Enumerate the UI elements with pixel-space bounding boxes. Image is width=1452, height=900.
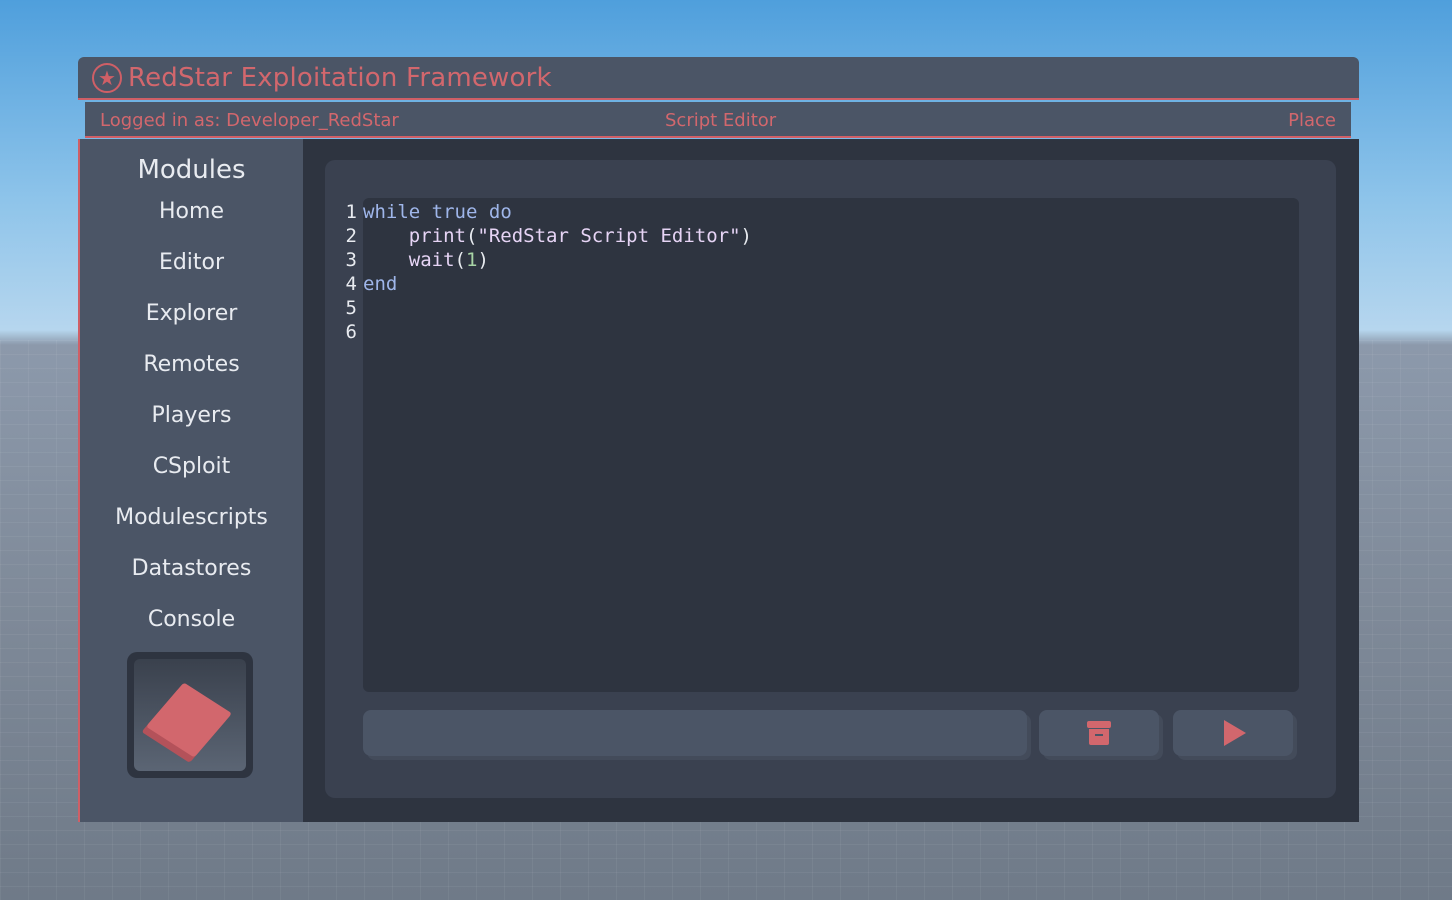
string-literal: "RedStar Script Editor" [477, 225, 741, 247]
keyword: while [363, 201, 421, 223]
code-line: print("RedStar Script Editor") [363, 224, 752, 248]
sidebar-item-remotes[interactable]: Remotes [80, 350, 303, 401]
code-text[interactable]: while true do print("RedStar Script Edit… [363, 200, 752, 344]
line-number: 4 [345, 273, 357, 295]
line-number: 6 [345, 321, 357, 343]
thumbnail-backdrop [134, 659, 246, 771]
modules-nav: Home Editor Explorer Remotes Players CSp… [80, 197, 303, 656]
number-literal: 1 [465, 249, 478, 271]
paren: ( [454, 249, 466, 271]
sidebar-item-console[interactable]: Console [80, 605, 303, 656]
title-bar[interactable]: ★ RedStar Exploitation Framework [78, 57, 1359, 100]
book-icon [145, 682, 233, 758]
keyword: true [431, 201, 478, 223]
line-number-gutter: 1 2 3 4 5 6 [337, 200, 357, 344]
sidebar-item-editor[interactable]: Editor [80, 248, 303, 299]
sidebar-item-csploit[interactable]: CSploit [80, 452, 303, 503]
module-thumbnail [127, 652, 253, 778]
star-circle-icon: ★ [92, 62, 122, 93]
paren: ( [465, 225, 478, 247]
execute-script-button[interactable] [1173, 710, 1293, 756]
sidebar-item-explorer[interactable]: Explorer [80, 299, 303, 350]
keyword: do [488, 201, 512, 223]
line-number: 1 [345, 201, 357, 223]
modules-heading: Modules [137, 155, 246, 185]
line-number: 5 [345, 297, 357, 319]
code-line: end [363, 272, 752, 296]
play-icon [1224, 720, 1246, 746]
save-script-button[interactable] [1039, 710, 1159, 756]
place-label[interactable]: Place [1288, 110, 1336, 131]
function-name: wait [408, 249, 455, 271]
sidebar-item-modulescripts[interactable]: Modulescripts [80, 503, 303, 554]
script-name-input[interactable] [363, 710, 1027, 756]
logged-in-label: Logged in as: Developer_RedStar [100, 110, 399, 131]
function-name: print [408, 225, 466, 247]
app-title: RedStar Exploitation Framework [128, 62, 552, 93]
keyword: end [363, 273, 398, 295]
modules-sidebar: Modules Home Editor Explorer Remotes Pla… [80, 139, 303, 822]
sidebar-item-datastores[interactable]: Datastores [80, 554, 303, 605]
line-number: 3 [345, 249, 357, 271]
editor-panel: 1 2 3 4 5 6 while true do print("RedStar… [325, 160, 1336, 798]
sidebar-item-players[interactable]: Players [80, 401, 303, 452]
current-section-label: Script Editor [665, 110, 777, 131]
paren: ) [740, 225, 752, 247]
archive-icon [1087, 721, 1111, 745]
code-line: while true do [363, 200, 752, 224]
window-body: Modules Home Editor Explorer Remotes Pla… [78, 139, 1359, 822]
info-bar: Logged in as: Developer_RedStar Script E… [85, 102, 1351, 138]
paren: ) [477, 249, 489, 271]
code-line: wait(1) [363, 248, 752, 272]
line-number: 2 [345, 225, 357, 247]
code-editor[interactable]: 1 2 3 4 5 6 while true do print("RedStar… [346, 198, 1299, 692]
main-window: ★ RedStar Exploitation Framework Logged … [78, 57, 1359, 822]
sidebar-item-home[interactable]: Home [80, 197, 303, 248]
